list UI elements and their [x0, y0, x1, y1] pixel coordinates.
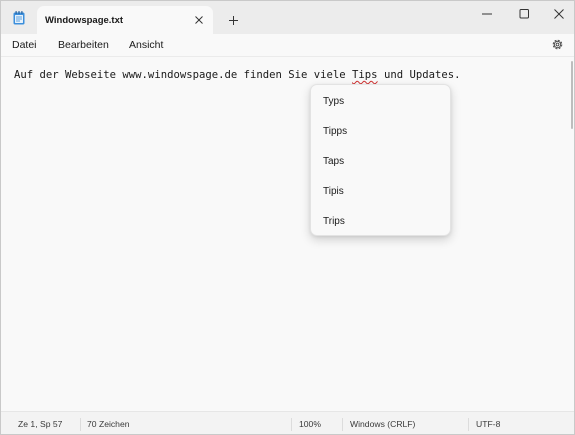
maximize-icon[interactable] [516, 7, 532, 21]
plus-icon[interactable] [228, 13, 239, 25]
status-divider [342, 418, 343, 431]
encoding[interactable]: UTF-8 [476, 419, 500, 429]
tab-windowspage[interactable]: Windowspage.txt [37, 6, 213, 35]
line-endings[interactable]: Windows (CRLF) [350, 419, 415, 429]
text-editor[interactable]: Auf der Webseite www.windowspage.de find… [1, 57, 574, 411]
close-icon[interactable] [193, 13, 205, 25]
close-icon[interactable] [551, 7, 567, 21]
status-divider [291, 418, 292, 431]
title-bar: Windowspage.txt [1, 1, 574, 35]
status-divider [80, 418, 81, 431]
menu-bar: Datei Bearbeiten Ansicht [1, 34, 574, 56]
spellcheck-context-menu: Typs Tipps Taps Tipis Trips [310, 84, 451, 236]
notepad-window: Windowspage.txt Datei Bearbeiten Ansicht… [0, 0, 575, 435]
suggestion-item[interactable]: Taps [315, 149, 446, 175]
suggestion-label: Typs [323, 96, 345, 107]
suggestion-item[interactable]: Trips [315, 209, 446, 235]
menu-datei[interactable]: Datei [12, 39, 37, 51]
suggestion-item[interactable]: Typs [315, 89, 446, 115]
cursor-position: Ze 1, Sp 57 [18, 419, 63, 429]
suggestion-item[interactable]: Tipps [315, 119, 446, 145]
suggestion-label: Taps [323, 156, 345, 167]
tab-title: Windowspage.txt [45, 15, 124, 26]
suggestion-item[interactable]: Tipis [315, 179, 446, 205]
zoom-level[interactable]: 100% [299, 419, 321, 429]
notepad-icon [13, 11, 25, 25]
gear-icon[interactable] [551, 38, 564, 51]
text-after: und Updates. [377, 69, 461, 81]
misspelled-word[interactable]: Tips [352, 69, 378, 81]
scrollbar[interactable] [571, 61, 573, 129]
editor-line: Auf der Webseite www.windowspage.de find… [14, 69, 460, 81]
text-before: Auf der Webseite www.windowspage.de find… [14, 69, 353, 81]
character-count: 70 Zeichen [87, 419, 130, 429]
menu-ansicht[interactable]: Ansicht [129, 39, 163, 51]
status-bar: Ze 1, Sp 57 70 Zeichen 100% Windows (CRL… [1, 411, 574, 434]
minimize-icon[interactable] [479, 7, 495, 21]
suggestion-label: Trips [323, 216, 345, 227]
menu-bearbeiten[interactable]: Bearbeiten [58, 39, 109, 51]
status-divider [468, 418, 469, 431]
suggestion-label: Tipps [323, 126, 348, 137]
suggestion-label: Tipis [323, 186, 344, 197]
